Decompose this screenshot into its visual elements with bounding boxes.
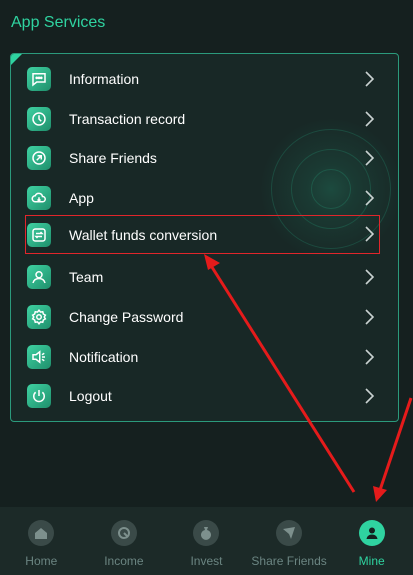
chevron-right-icon (365, 111, 374, 127)
clock-icon (27, 107, 51, 131)
menu-item-label: Change Password (69, 309, 184, 325)
gear-icon (27, 305, 51, 329)
share-link-icon (27, 146, 51, 170)
menu-item-label: Logout (69, 388, 112, 404)
menu-item-label: Information (69, 71, 140, 87)
menu-item-wallet-funds-conversion[interactable]: Wallet funds conversion (25, 215, 380, 254)
nav-label: Home (25, 554, 58, 568)
chevron-right-icon (365, 226, 374, 242)
nav-item-mine[interactable]: Mine (330, 507, 413, 575)
menu-item-label: App (69, 190, 94, 206)
house-icon (28, 520, 55, 546)
money-bag-icon (193, 520, 220, 546)
user-icon (358, 520, 385, 546)
menu-item-label: Share Friends (69, 150, 157, 166)
speaker-icon (27, 345, 51, 369)
menu-item-notification[interactable]: Notification (27, 340, 378, 374)
paper-plane-icon (276, 520, 303, 546)
nav-label: Invest (190, 554, 223, 568)
menu-item-label: Notification (69, 349, 139, 365)
nav-item-income[interactable]: Income (83, 507, 166, 575)
chevron-right-icon (365, 190, 374, 206)
income-icon (110, 520, 137, 546)
menu-item-information[interactable]: Information (27, 62, 378, 96)
menu-item-change-password[interactable]: Change Password (27, 300, 378, 334)
cloud-download-icon (27, 186, 51, 210)
chevron-right-icon (365, 269, 374, 285)
chevron-right-icon (365, 309, 374, 325)
menu-item-transaction-record[interactable]: Transaction record (27, 102, 378, 136)
menu-item-share-friends[interactable]: Share Friends (27, 141, 378, 175)
nav-item-share-friends[interactable]: Share Friends (248, 507, 331, 575)
nav-label: Mine (358, 554, 385, 568)
nav-item-home[interactable]: Home (0, 507, 83, 575)
menu-item-team[interactable]: Team (27, 260, 378, 294)
services-panel: Information Transaction record Share Fri… (10, 53, 399, 422)
nav-label: Income (104, 554, 144, 568)
chevron-right-icon (365, 71, 374, 87)
user-icon (27, 265, 51, 289)
menu-item-label: Transaction record (69, 111, 186, 127)
menu-item-label: Team (69, 269, 104, 285)
exchange-icon (27, 222, 51, 247)
nav-label: Share Friends (251, 554, 327, 568)
chevron-right-icon (365, 150, 374, 166)
section-title: App Services (11, 14, 106, 31)
chat-bubble-icon (27, 67, 51, 91)
panel-corner-decoration (11, 54, 22, 65)
menu-item-label: Wallet funds conversion (69, 226, 218, 243)
chevron-right-icon (365, 388, 374, 404)
chevron-right-icon (365, 349, 374, 365)
menu-item-app[interactable]: App (27, 181, 378, 215)
nav-item-invest[interactable]: Invest (165, 507, 248, 575)
menu-item-logout[interactable]: Logout (27, 379, 378, 413)
power-icon (27, 384, 51, 408)
bottom-nav: Home Income Invest Share Friends Mine (0, 507, 413, 575)
